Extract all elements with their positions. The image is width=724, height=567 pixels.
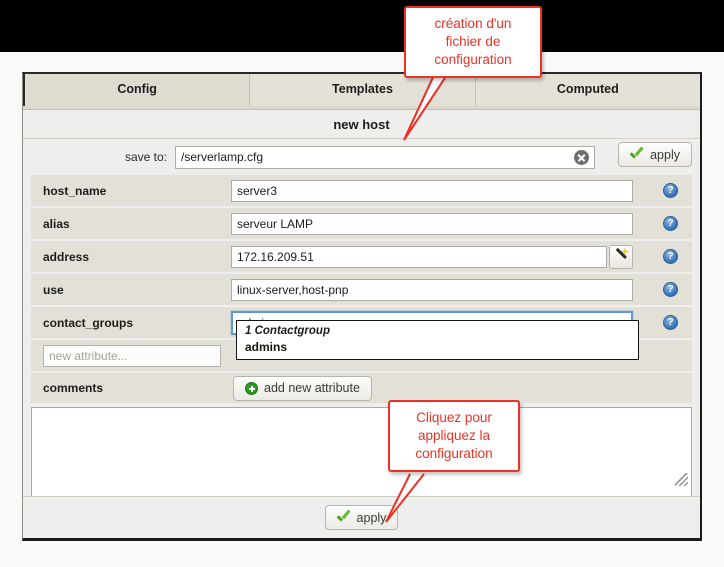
tab-config-label: Config: [117, 82, 157, 96]
help-icon-alias[interactable]: ?: [663, 216, 678, 231]
tab-computed-label: Computed: [557, 82, 619, 96]
help-icon-use[interactable]: ?: [663, 282, 678, 297]
callout-2-tail: [370, 470, 440, 528]
field-input-alias[interactable]: [231, 213, 633, 235]
field-label-host_name: host_name: [31, 184, 231, 198]
field-row-alias: alias ?: [31, 208, 692, 239]
save-to-label: save to:: [31, 150, 175, 164]
add-new-attribute-button[interactable]: add new attribute: [233, 376, 372, 401]
new-attribute-input[interactable]: [43, 345, 221, 367]
autocomplete-item[interactable]: admins: [237, 339, 638, 357]
panel-footer: apply: [23, 496, 700, 538]
panel-header: new host save to: apply: [23, 110, 700, 175]
plus-icon: [245, 382, 258, 395]
apply-top-label: apply: [650, 148, 680, 162]
tab-computed[interactable]: Computed: [476, 74, 700, 106]
callout-creation-fichier: création d'un fichier de configuration: [404, 6, 542, 78]
comments-label: comments: [31, 381, 231, 395]
autocomplete-dropdown: 1 Contactgroup admins: [236, 320, 639, 360]
check-icon: [630, 149, 644, 161]
apply-top-button[interactable]: apply: [618, 142, 692, 167]
tab-bar: Config Templates Computed: [23, 74, 700, 106]
save-to-input[interactable]: [175, 146, 595, 169]
add-new-attribute-label: add new attribute: [264, 381, 360, 395]
callout-cliquez-appliquez: Cliquez pour appliquez la configuration: [388, 400, 520, 472]
field-label-use: use: [31, 283, 231, 297]
field-input-host_name[interactable]: [231, 180, 633, 202]
help-icon-host_name[interactable]: ?: [663, 183, 678, 198]
check-icon: [337, 512, 351, 524]
field-label-address: address: [31, 250, 231, 264]
screen-root: Config Templates Computed new host save …: [0, 0, 724, 567]
field-label-alias: alias: [31, 217, 231, 231]
comments-row: comments add new attribute: [31, 373, 692, 403]
autocomplete-header: 1 Contactgroup: [237, 324, 638, 339]
field-row-host_name: host_name ?: [31, 175, 692, 206]
save-to-field-wrap: [175, 146, 595, 169]
host-config-panel: Config Templates Computed new host save …: [22, 72, 702, 541]
tab-config[interactable]: Config: [23, 74, 250, 106]
tab-templates-label: Templates: [332, 82, 393, 96]
field-label-contact_groups: contact_groups: [31, 316, 231, 330]
page-title: new host: [23, 113, 700, 139]
field-row-address: address ?: [31, 241, 692, 272]
magic-wand-icon[interactable]: [609, 245, 633, 269]
field-input-use[interactable]: [231, 279, 633, 301]
top-black-band: [0, 0, 724, 52]
save-to-row: save to: apply: [23, 139, 700, 175]
help-icon-contact_groups[interactable]: ?: [663, 315, 678, 330]
field-input-address[interactable]: [231, 246, 607, 268]
clear-icon[interactable]: [574, 150, 589, 165]
field-row-use: use ?: [31, 274, 692, 305]
help-icon-address[interactable]: ?: [663, 249, 678, 264]
